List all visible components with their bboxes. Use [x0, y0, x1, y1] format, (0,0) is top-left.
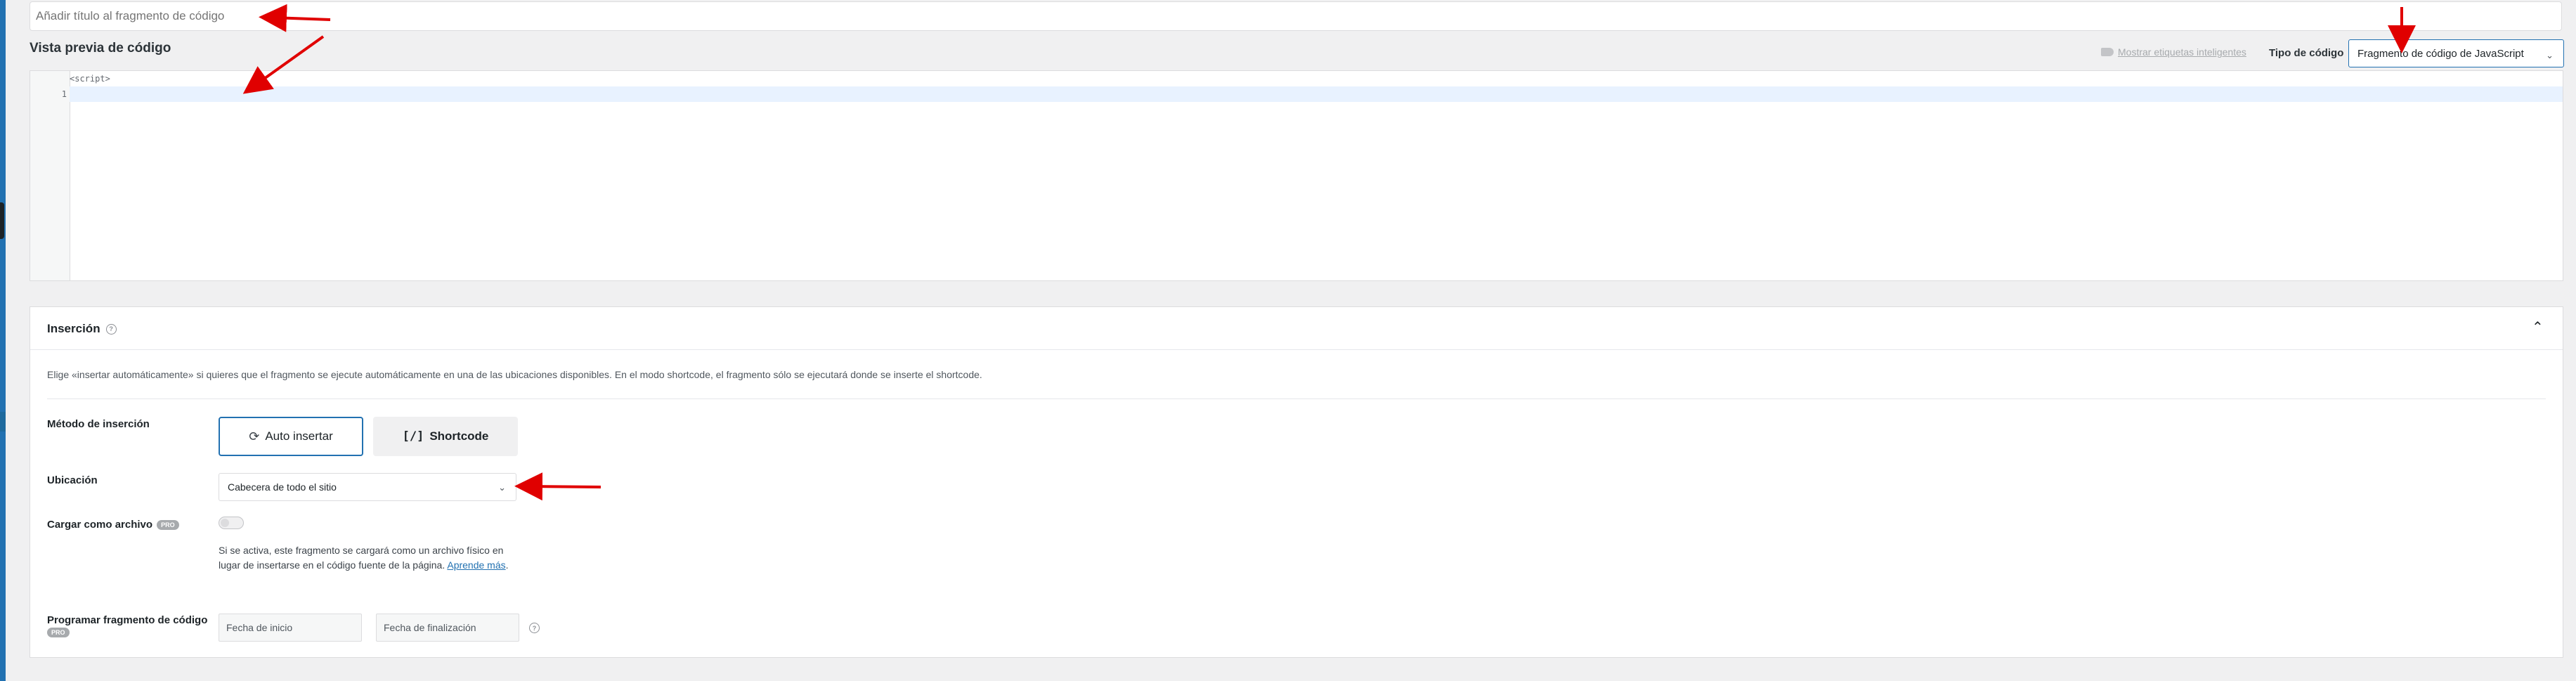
annotation-arrows	[242, 4, 2416, 501]
arrow-annotation	[242, 35, 325, 94]
arrow-annotation	[514, 472, 601, 501]
arrow-annotation	[259, 4, 331, 32]
